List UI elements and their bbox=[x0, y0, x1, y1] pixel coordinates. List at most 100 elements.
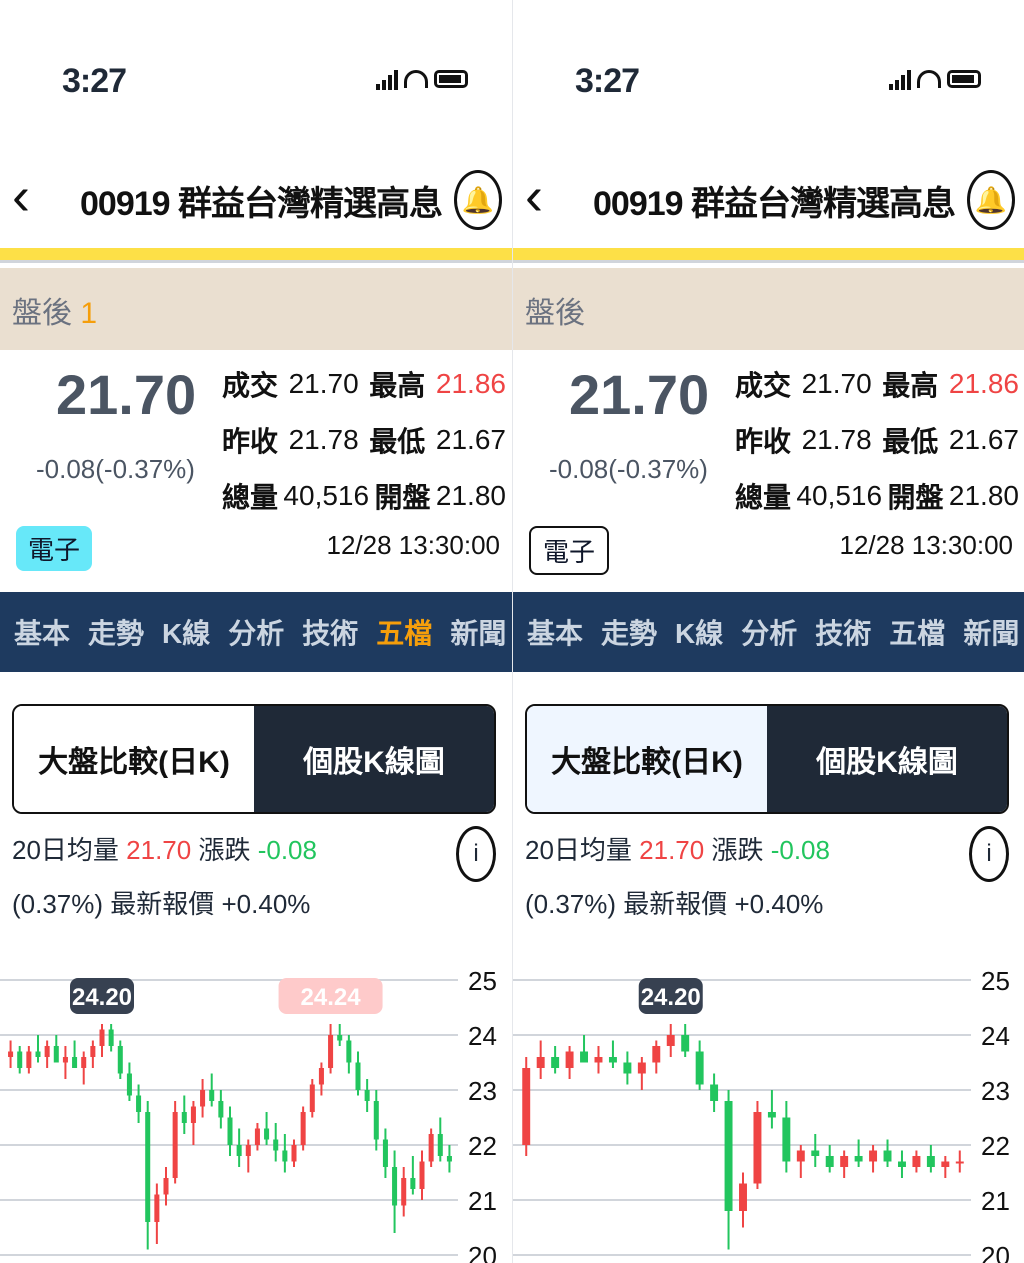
price-change: -0.08(-0.37%) bbox=[36, 454, 195, 484]
candle-body bbox=[739, 1183, 747, 1211]
chart-info: 20日均量 21.70 漲跌 -0.08 (0.37%) 最新報價 +0.40%… bbox=[12, 826, 496, 936]
industry-tag[interactable]: 電子 bbox=[529, 526, 610, 575]
candle-body bbox=[695, 1051, 704, 1085]
candle-body bbox=[897, 1161, 906, 1167]
chart-mode-toggle: 大盤比較(日K) 個股K線圖 bbox=[525, 704, 1009, 814]
candle-body bbox=[753, 1112, 762, 1184]
screen-right: 3:27 ‹ 00919 群益台灣精選高息 🔔 盤後 21.70 -0.08(-… bbox=[512, 0, 1024, 1263]
candle-body bbox=[840, 1156, 849, 1167]
candle-body bbox=[355, 1062, 361, 1090]
tab-analysis[interactable]: 分析 bbox=[228, 612, 284, 652]
candle-body bbox=[108, 1029, 114, 1046]
candle-body bbox=[163, 1178, 169, 1195]
y-tick-label: 22 bbox=[468, 1131, 497, 1161]
quote-value: 21.70 bbox=[288, 368, 359, 399]
stock-title: 00919 群益台灣精選高息 bbox=[593, 185, 955, 223]
quote-row: 成交 21.70 最高 21.86 bbox=[222, 356, 506, 412]
candle-body bbox=[811, 1150, 820, 1156]
tab-trend[interactable]: 走勢 bbox=[601, 612, 657, 652]
kline-chart[interactable]: 25 24 23 22 21 20 24.20 24.24 bbox=[0, 960, 512, 1263]
candle-body bbox=[926, 1156, 935, 1167]
quote-key: 昨收 bbox=[735, 426, 792, 457]
candle-body bbox=[346, 1040, 352, 1063]
candle-body bbox=[854, 1156, 863, 1162]
candle-body bbox=[117, 1046, 123, 1074]
info-prefix: 20日均量 bbox=[525, 835, 632, 865]
y-tick-label: 23 bbox=[468, 1076, 497, 1106]
quote-key2: 最高 bbox=[882, 370, 939, 401]
candle-body bbox=[264, 1128, 270, 1140]
quote-row: 總量 40,516 開盤 21.80 bbox=[222, 468, 506, 524]
tab-kline[interactable]: K線 bbox=[675, 612, 723, 652]
y-tick-label: 24 bbox=[981, 1021, 1010, 1051]
back-button[interactable]: ‹ bbox=[12, 168, 52, 224]
alert-bell-icon[interactable]: 🔔 bbox=[967, 170, 1015, 230]
back-button[interactable]: ‹ bbox=[525, 168, 565, 224]
last-price: 21.70 bbox=[569, 363, 710, 426]
candle-body bbox=[26, 1051, 32, 1068]
industry-tag[interactable]: 電子 bbox=[16, 526, 93, 571]
quote-value: 21.70 bbox=[801, 368, 872, 399]
alert-bell-icon[interactable]: 🔔 bbox=[454, 170, 502, 230]
divider bbox=[513, 248, 1024, 263]
candle-body bbox=[17, 1051, 23, 1068]
quote-key2: 最低 bbox=[882, 426, 939, 457]
tab-news[interactable]: 新聞 bbox=[963, 612, 1019, 652]
market-state-label: 盤後 bbox=[525, 288, 585, 332]
quote-row: 成交 21.70 最高 21.86 bbox=[735, 356, 1019, 412]
tab-basic[interactable]: 基本 bbox=[527, 612, 583, 652]
screen-left: 3:27 ‹ 00919 群益台灣精選高息 🔔 盤後 1 21.70 -0.08… bbox=[0, 0, 512, 1263]
info-price: 21.70 bbox=[126, 835, 192, 865]
tab-trend[interactable]: 走勢 bbox=[88, 612, 144, 652]
y-tick-label: 21 bbox=[468, 1186, 497, 1216]
candle-body bbox=[35, 1051, 41, 1057]
candle-body bbox=[551, 1057, 560, 1068]
tab-technical[interactable]: 技術 bbox=[302, 612, 358, 652]
tab-technical[interactable]: 技術 bbox=[815, 612, 871, 652]
nav-bar: ‹ 00919 群益台灣精選高息 🔔 bbox=[513, 150, 1024, 246]
nav-bar: ‹ 00919 群益台灣精選高息 🔔 bbox=[0, 150, 512, 246]
candle-body bbox=[62, 1057, 68, 1063]
price-change: -0.08(-0.37%) bbox=[549, 454, 708, 484]
candle-body bbox=[666, 1035, 675, 1046]
info-icon[interactable]: i bbox=[969, 826, 1009, 882]
tab-five-level[interactable]: 五檔 bbox=[376, 612, 432, 652]
candle-body bbox=[401, 1178, 407, 1206]
quote-key: 昨收 bbox=[222, 426, 279, 457]
info-icon[interactable]: i bbox=[456, 826, 496, 882]
segment-market-compare[interactable]: 大盤比較(日K) bbox=[527, 706, 767, 812]
annotation-label: 24.24 bbox=[301, 984, 362, 1011]
wifi-icon bbox=[404, 70, 428, 88]
quote-key2: 開盤 bbox=[374, 482, 431, 513]
candle-body bbox=[126, 1073, 132, 1096]
tab-kline[interactable]: K線 bbox=[162, 612, 210, 652]
info-mid: 漲跌 bbox=[198, 835, 258, 865]
candle-body bbox=[227, 1117, 233, 1145]
candle-body bbox=[594, 1057, 603, 1063]
candle-body bbox=[136, 1095, 142, 1112]
status-icons bbox=[376, 68, 468, 90]
stock-title: 00919 群益台灣精選高息 bbox=[80, 185, 442, 223]
candle-body bbox=[710, 1084, 719, 1101]
tab-analysis[interactable]: 分析 bbox=[741, 612, 797, 652]
tab-basic[interactable]: 基本 bbox=[14, 612, 70, 652]
tab-news[interactable]: 新聞 bbox=[450, 612, 506, 652]
segment-market-compare[interactable]: 大盤比較(日K) bbox=[14, 706, 254, 812]
candle-body bbox=[90, 1046, 96, 1057]
segment-stock-kline[interactable]: 個股K線圖 bbox=[767, 706, 1007, 812]
candle-body bbox=[218, 1101, 224, 1118]
tab-five-level[interactable]: 五檔 bbox=[889, 612, 945, 652]
candle-body bbox=[536, 1057, 545, 1068]
segment-stock-kline[interactable]: 個股K線圖 bbox=[254, 706, 494, 812]
candle-body bbox=[236, 1145, 242, 1156]
quote-row: 昨收 21.78 最低 21.67 bbox=[222, 412, 506, 468]
quote-key2: 最低 bbox=[369, 426, 426, 457]
info-line-1: 20日均量 21.70 漲跌 -0.08 bbox=[12, 830, 317, 867]
quote-key2: 最高 bbox=[369, 370, 426, 401]
signal-icon bbox=[889, 68, 911, 90]
kline-chart[interactable]: 25 24 23 22 21 20 24.20 bbox=[513, 960, 1024, 1263]
annotation-label: 24.20 bbox=[641, 984, 701, 1011]
candle-body bbox=[254, 1128, 260, 1145]
candle-body bbox=[782, 1117, 791, 1162]
candle-body bbox=[145, 1112, 151, 1222]
